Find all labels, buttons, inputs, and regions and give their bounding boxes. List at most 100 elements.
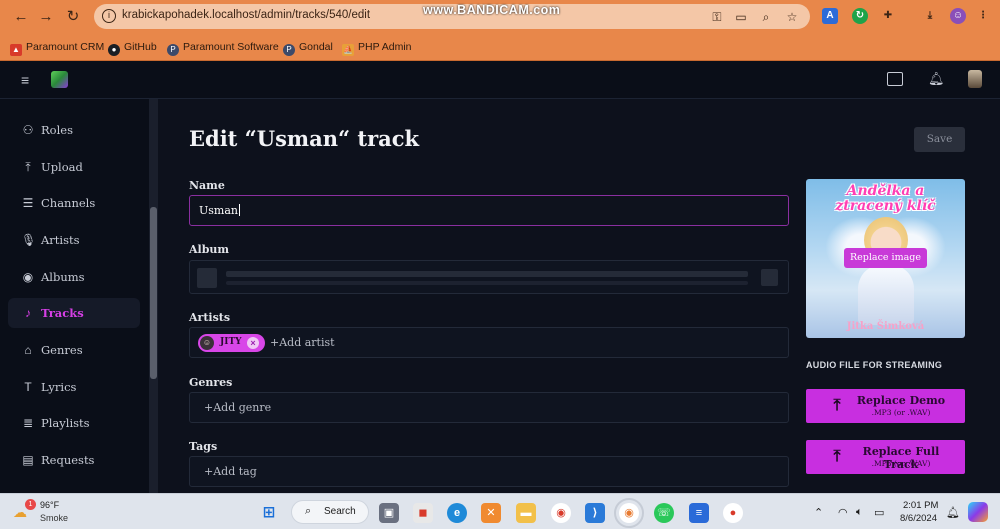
bookmark-paramount-software[interactable]: P Paramount Software — [167, 39, 279, 56]
download-icon[interactable]: ⤓ — [922, 8, 938, 24]
bookmark-star-icon[interactable]: ☆ — [785, 10, 799, 24]
genres-label: Genres — [189, 376, 233, 389]
forward-icon[interactable]: → — [37, 8, 55, 26]
chrome-icon[interactable]: ◉ — [551, 503, 571, 523]
bandicam-icon[interactable]: ● — [723, 503, 743, 523]
bookmark-php-admin[interactable]: ⛵ PHP Admin — [342, 39, 412, 56]
gondal-icon: P — [283, 44, 295, 56]
remove-artist-icon[interactable]: × — [247, 337, 259, 349]
tray-chevron-icon[interactable]: ⌃ — [814, 506, 823, 519]
screen-icon[interactable]: ▭ — [734, 10, 748, 24]
phpadmin-icon: ⛵ — [342, 44, 354, 56]
notepad-icon[interactable]: ≡ — [689, 503, 709, 523]
sidebar-toggle-icon[interactable]: ≡ — [21, 72, 37, 88]
wifi-icon[interactable]: ◠ — [838, 506, 848, 519]
playlist-add-icon: ≣ — [22, 416, 34, 430]
app-logo-icon[interactable] — [51, 71, 68, 88]
album-select[interactable] — [189, 260, 789, 294]
menu-dots-icon[interactable]: ⋮ — [975, 8, 991, 24]
album-clear-icon[interactable] — [761, 269, 778, 286]
edge-icon[interactable]: e — [447, 503, 467, 523]
profile-icon[interactable]: ☺ — [950, 8, 966, 24]
sidebar-item-playlists[interactable]: ≣ Playlists — [8, 408, 140, 438]
upload-icon: ⤒ — [25, 160, 31, 174]
weather-desc: Smoke — [40, 513, 69, 523]
search-icon: ⌕ — [305, 505, 312, 517]
tags-input[interactable]: +Add tag — [189, 456, 789, 487]
scrollbar-thumb[interactable] — [150, 207, 157, 379]
sidebar-item-artists[interactable]: 🎙︎ Artists — [8, 225, 140, 255]
sidebar-item-requests[interactable]: ▤ Requests — [8, 445, 140, 475]
volume-icon[interactable]: 🔈︎ — [856, 506, 863, 519]
copilot-icon[interactable] — [968, 502, 988, 522]
upload-icon: ⤒ — [833, 448, 841, 465]
album-label: Album — [189, 243, 230, 256]
bookmark-paramount-crm[interactable]: ▲ Paramount CRM — [10, 39, 104, 56]
extension-2-icon[interactable]: ↻ — [852, 8, 868, 24]
save-button[interactable]: Save — [914, 127, 965, 152]
replace-demo-button[interactable]: ⤒ Replace Demo .MP3 (or .WAV) — [806, 389, 965, 423]
whatsapp-icon[interactable]: ☏ — [654, 503, 674, 523]
battery-icon[interactable]: ▭ — [874, 506, 884, 519]
vscode-icon[interactable]: ⟩ — [585, 503, 605, 523]
document-icon: ▤ — [22, 453, 34, 467]
album-thumbnail — [197, 268, 217, 288]
sidebar: ⚇ Roles ⤒ Upload ☰ Channels 🎙︎ Artists ◉ Albu… — [0, 99, 158, 493]
back-icon[interactable]: ← — [12, 8, 30, 26]
artists-input[interactable]: ☺ JITY × +Add artist — [189, 327, 789, 358]
bell-icon[interactable]: 🔔︎ — [928, 71, 945, 87]
zoom-icon[interactable]: ⌕ — [759, 10, 773, 24]
sidebar-item-roles[interactable]: ⚇ Roles — [8, 115, 140, 145]
sidebar-scrollbar[interactable] — [149, 99, 158, 493]
sidebar-item-lyrics[interactable]: T Lyrics — [8, 372, 140, 402]
paramount-software-icon: P — [167, 44, 179, 56]
user-avatar[interactable] — [968, 70, 982, 88]
weather-temp: 96°F — [40, 500, 60, 510]
replace-full-track-button[interactable]: ⤒ Replace Full Track .MP3 (or .WAV) — [806, 440, 965, 474]
text-icon: T — [24, 380, 32, 394]
file-explorer-icon[interactable]: ▬ — [516, 503, 536, 523]
name-label: Name — [189, 179, 225, 192]
key-icon[interactable]: ⚿ — [710, 10, 724, 24]
bookmark-github[interactable]: ● GitHub — [108, 39, 157, 56]
url-text[interactable]: krabickapohadek.localhost/admin/tracks/5… — [122, 9, 370, 21]
upload-icon: ⤒ — [833, 397, 841, 414]
add-artist-link[interactable]: +Add artist — [270, 336, 335, 349]
tag-icon: ⌂ — [24, 343, 32, 357]
clock-date[interactable]: 8/6/2024 — [900, 513, 937, 524]
disc-icon: ◉ — [22, 270, 34, 284]
paramount-icon: ▲ — [10, 44, 22, 56]
windows-start-icon[interactable]: ⊞ — [259, 503, 279, 523]
extension-icon[interactable]: A — [822, 8, 838, 24]
genres-input[interactable]: +Add genre — [189, 392, 789, 423]
task-view-icon[interactable]: ▣ — [379, 503, 399, 523]
clock-time[interactable]: 2:01 PM — [903, 500, 938, 511]
taskbar-search[interactable]: ⌕ Search — [291, 500, 369, 524]
name-input[interactable]: Usman — [189, 195, 789, 226]
add-genre-link[interactable]: +Add genre — [204, 401, 271, 414]
app-header: ≡ 🔔︎ — [0, 61, 1000, 99]
replace-image-button[interactable]: Replace image — [844, 248, 927, 268]
bookmark-gondal[interactable]: P Gondal — [283, 39, 333, 56]
sidebar-item-channels[interactable]: ☰ Channels — [8, 188, 140, 218]
store-icon[interactable]: ◼ — [413, 503, 433, 523]
layout-icon[interactable] — [887, 72, 903, 86]
angel-dress — [858, 265, 914, 325]
reload-icon[interactable]: ↻ — [64, 8, 82, 26]
puzzle-icon[interactable]: ✚ — [880, 8, 896, 24]
playlist-icon: ☰ — [22, 196, 34, 210]
add-tag-link[interactable]: +Add tag — [204, 465, 257, 478]
chrome-active-icon[interactable]: ◉ — [614, 498, 644, 528]
windows-taskbar: ☁ 1 ⊞ ⌕ Search ▣ ◼ e ✕ ▬ ◉ ⟩ ◉ ☏ ≡ ● — [0, 493, 1000, 529]
site-info-icon[interactable]: i — [102, 9, 116, 23]
album-meta-blurred — [226, 281, 748, 285]
sidebar-item-upload[interactable]: ⤒ Upload — [8, 152, 140, 182]
artist-chip[interactable]: ☺ JITY × — [198, 334, 265, 352]
artists-label: Artists — [189, 311, 231, 324]
sidebar-item-tracks[interactable]: ♪ Tracks — [8, 298, 140, 328]
notification-bell-icon[interactable]: 🔔︎ — [946, 506, 960, 519]
sidebar-item-albums[interactable]: ◉ Albums — [8, 262, 140, 292]
sidebar-item-genres[interactable]: ⌂ Genres — [8, 335, 140, 365]
github-icon: ● — [108, 44, 120, 56]
xampp-icon[interactable]: ✕ — [481, 503, 501, 523]
